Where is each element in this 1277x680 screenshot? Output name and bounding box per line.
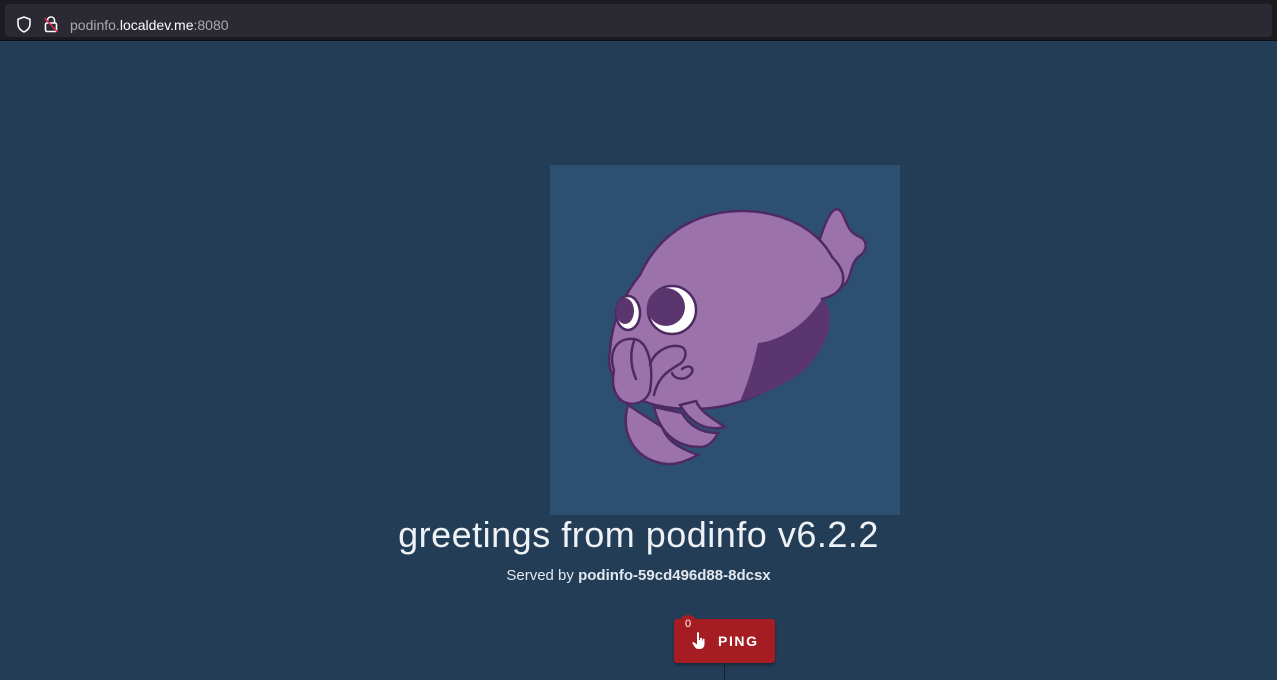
address-bar[interactable]: podinfo.localdev.me:8080 xyxy=(5,4,1272,37)
ping-button[interactable]: PING 0 xyxy=(674,615,775,663)
divider-line xyxy=(724,663,725,680)
greeting-heading: greetings from podinfo v6.2.2 xyxy=(398,514,879,555)
podinfo-logo xyxy=(550,165,900,515)
url-host: localdev.me xyxy=(119,17,194,33)
pod-name: podinfo-59cd496d88-8dcsx xyxy=(578,567,771,584)
ping-label: PING xyxy=(718,633,759,649)
lock-icon[interactable] xyxy=(43,15,59,33)
url-text[interactable]: podinfo.localdev.me:8080 xyxy=(70,16,229,34)
hand-pointer-icon xyxy=(692,632,705,649)
ping-count-badge: 0 xyxy=(679,615,697,633)
cuttlefish-logo xyxy=(607,207,867,466)
url-prefix: podinfo. xyxy=(70,17,120,33)
url-port: :8080 xyxy=(193,17,229,33)
served-by-text: Served by podinfo-59cd496d88-8dcsx xyxy=(0,566,1277,586)
shield-icon[interactable] xyxy=(16,16,32,33)
served-by-label: Served by xyxy=(506,567,579,584)
browser-toolbar: podinfo.localdev.me:8080 xyxy=(0,0,1277,41)
